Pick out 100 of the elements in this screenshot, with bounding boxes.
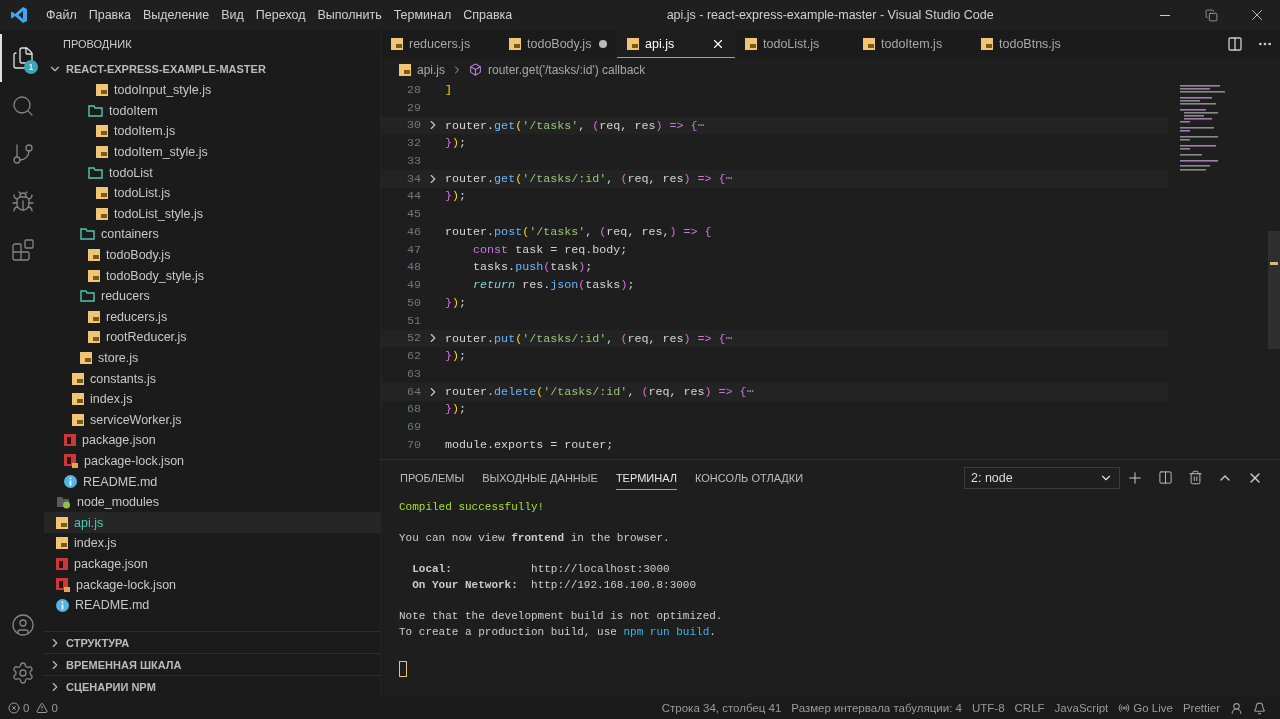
panel-tab[interactable]: КОНСОЛЬ ОТЛАДКИ xyxy=(694,465,804,490)
code-line: tasks.push(task); xyxy=(472,260,593,275)
file-tree-item[interactable]: package-lock.json xyxy=(44,574,380,595)
file-tree-item[interactable]: README.md xyxy=(44,471,380,492)
restore-icon xyxy=(1204,8,1218,22)
section-header[interactable]: СТРУКТУРА xyxy=(44,631,380,653)
line-number: 69 xyxy=(405,420,421,435)
js-file-icon xyxy=(96,84,108,97)
file-tree-item[interactable]: index.js xyxy=(44,533,380,554)
line-number: 63 xyxy=(405,366,421,381)
code-line: router.get('/tasks/:id', (req, res) => {⋯ xyxy=(445,171,733,187)
status-item[interactable]: Prettier xyxy=(1182,702,1220,714)
file-tree-item[interactable]: package.json xyxy=(44,430,380,451)
package-icon xyxy=(64,434,76,447)
js-file-icon xyxy=(72,393,84,406)
panel-tab[interactable]: ТЕРМИНАЛ xyxy=(615,465,677,490)
file-tree-item[interactable]: todoItem.js xyxy=(44,121,380,142)
js-file-icon xyxy=(56,537,68,550)
status-item[interactable]: Go Live xyxy=(1118,702,1173,714)
breadcrumb-item[interactable]: api.js xyxy=(417,62,445,77)
menu-item[interactable]: Выполнить xyxy=(311,8,388,22)
warning-icon xyxy=(36,702,49,714)
file-tree-item[interactable]: todoItem_style.js xyxy=(44,141,380,163)
breadcrumb-item[interactable]: router.get('/tasks/:id') callback xyxy=(488,62,646,77)
section-header[interactable]: ВРЕМЕННАЯ ШКАЛА xyxy=(44,653,380,675)
trash-icon xyxy=(1187,470,1203,485)
js-file-icon xyxy=(96,187,108,200)
file-tree-item[interactable]: rootReducer.js xyxy=(44,327,380,348)
code-line: }); xyxy=(445,189,467,204)
person-icon[interactable] xyxy=(1230,701,1243,715)
menu-item[interactable]: Выделение xyxy=(136,8,216,22)
menu-item[interactable]: Справка xyxy=(457,8,519,22)
file-tree-item[interactable]: todoList_style.js xyxy=(44,203,380,225)
code-line: }); xyxy=(445,349,467,364)
file-tree-item[interactable]: serviceWorker.js xyxy=(44,409,380,431)
menu-item[interactable]: Терминал xyxy=(387,8,458,22)
file-tree-item[interactable]: index.js xyxy=(44,388,380,410)
code-line: router.delete('/tasks/:id', (req, res) => {⋯ xyxy=(445,384,754,400)
js-file-icon xyxy=(72,372,84,385)
bell-icon[interactable] xyxy=(1253,701,1266,715)
editor-tab[interactable]: todoItem.js xyxy=(853,30,971,58)
terminal-line: On Your Network: http://192.168.100.8:3000 xyxy=(411,578,697,591)
code-line: }); xyxy=(445,136,467,151)
file-tree-item[interactable]: todoList xyxy=(44,162,380,183)
editor-tab[interactable]: todoBody.js xyxy=(499,30,617,58)
js-file-icon xyxy=(96,125,108,138)
open-folder-icon xyxy=(88,166,103,179)
panel-tab[interactable]: ПРОБЛЕМЫ xyxy=(400,465,465,490)
terminal-select[interactable]: 2: node xyxy=(964,466,1120,489)
line-number: 62 xyxy=(405,349,421,364)
status-item[interactable]: JavaScript xyxy=(1054,702,1109,714)
line-number: 29 xyxy=(405,100,421,115)
file-tree-item[interactable]: README.md xyxy=(44,594,380,616)
scrollbar-thumb[interactable] xyxy=(1268,231,1280,349)
user-icon xyxy=(11,613,35,637)
js-file-icon xyxy=(80,352,92,364)
line-number: 47 xyxy=(405,242,421,257)
file-tree-item[interactable]: store.js xyxy=(44,347,380,369)
code-line: }); xyxy=(445,402,467,417)
code-line: module.exports = router; xyxy=(445,437,614,452)
menu-item[interactable]: Правка xyxy=(82,8,137,22)
status-item[interactable]: CRLF xyxy=(1014,702,1045,714)
status-item[interactable]: Размер интервала табуляции: 4 xyxy=(791,702,962,714)
status-item[interactable]: Строка 34, столбец 41 xyxy=(661,702,782,714)
broadcast-icon xyxy=(1118,702,1131,714)
file-tree-item[interactable]: todoBody_style.js xyxy=(44,265,380,286)
file-tree-item[interactable]: node_modules xyxy=(44,491,380,513)
file-tree-item[interactable]: reducers.js xyxy=(44,306,380,328)
line-number: 46 xyxy=(405,224,421,239)
unsaved-dot-icon xyxy=(599,39,607,48)
info-icon xyxy=(64,475,77,489)
editor-tab[interactable]: todoList.js xyxy=(735,30,853,58)
menu-item[interactable]: Переход xyxy=(249,8,312,22)
menu-item[interactable]: Вид xyxy=(215,8,250,22)
folder-header[interactable]: REACT-EXPRESS-EXAMPLE-MASTER xyxy=(44,58,380,80)
js-file-icon xyxy=(981,37,993,50)
editor-tab[interactable]: todoBtns.js xyxy=(971,30,1089,58)
problems-status[interactable]: 0 0 xyxy=(8,702,58,714)
status-item[interactable]: UTF-8 xyxy=(971,702,1005,714)
file-tree-item[interactable]: constants.js xyxy=(44,368,380,389)
file-tree-item[interactable]: todoList.js xyxy=(44,182,380,204)
menu-item[interactable]: Файл xyxy=(40,8,83,22)
file-tree-item[interactable]: todoBody.js xyxy=(44,244,380,266)
js-file-icon xyxy=(72,413,84,426)
code-line: ] xyxy=(445,82,452,97)
editor-tab[interactable]: reducers.js xyxy=(381,30,499,58)
code-line: return res.json(tasks); xyxy=(472,278,635,293)
js-file-icon xyxy=(96,146,108,159)
line-number: 52 xyxy=(405,331,421,346)
file-tree-item[interactable]: package-lock.json xyxy=(44,450,380,472)
locked-package-icon xyxy=(56,577,70,592)
panel-tab[interactable]: ВЫХОДНЫЕ ДАННЫЕ xyxy=(482,465,598,490)
file-tree-item[interactable]: api.js xyxy=(44,512,380,534)
settings-icon xyxy=(11,661,35,685)
file-tree-item[interactable]: reducers xyxy=(44,285,380,307)
line-number: 48 xyxy=(405,260,421,275)
file-tree-item[interactable]: containers xyxy=(44,224,380,245)
file-tree-item[interactable]: todoInput_style.js xyxy=(44,80,380,101)
file-tree-item[interactable]: package.json xyxy=(44,553,380,575)
file-tree-item[interactable]: todoItem xyxy=(44,100,380,122)
